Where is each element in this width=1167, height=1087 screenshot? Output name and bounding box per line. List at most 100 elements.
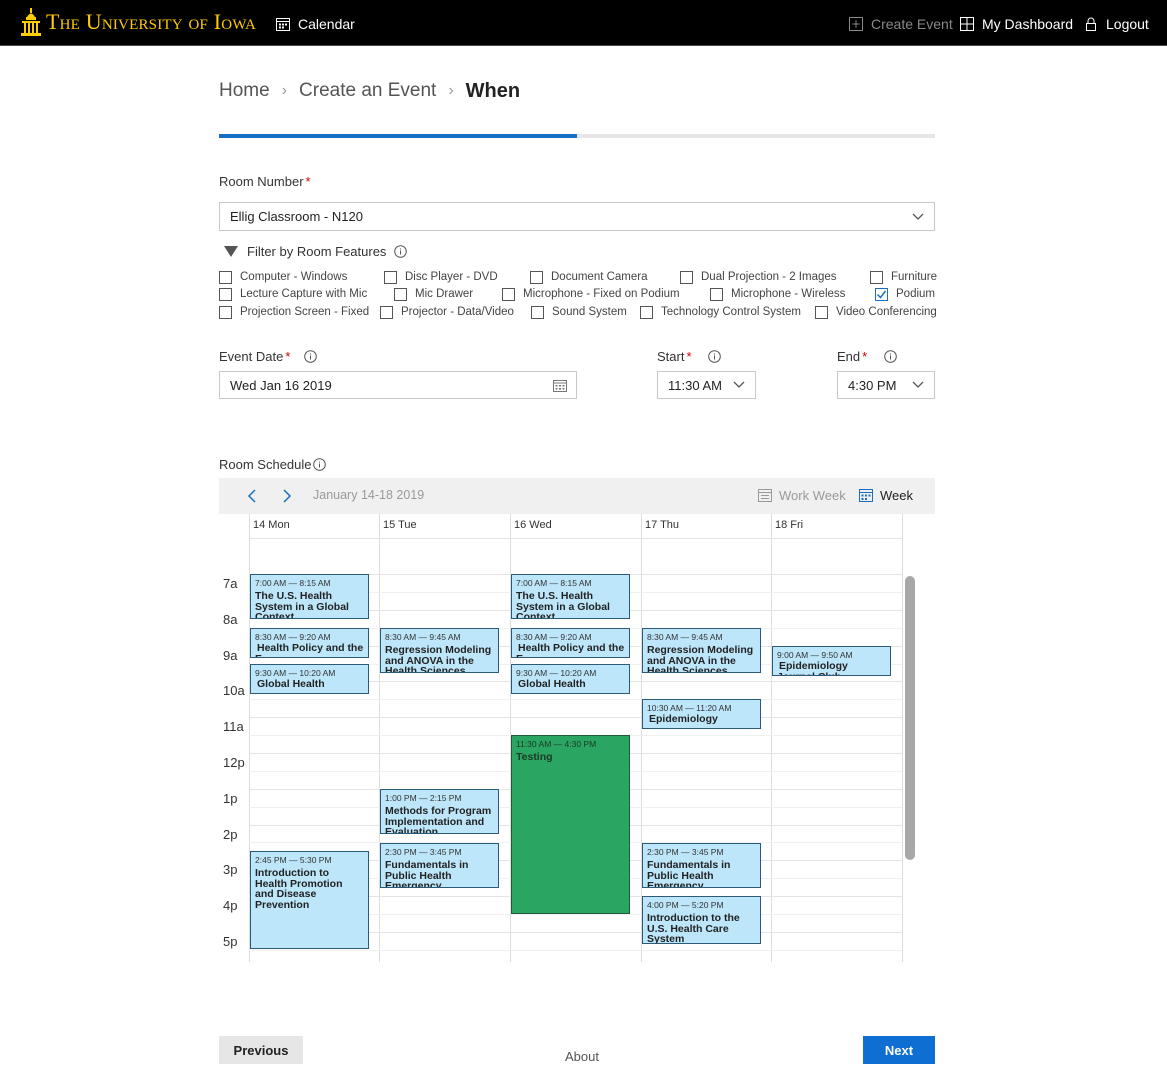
next-button[interactable]: Next bbox=[863, 1036, 935, 1064]
checkbox-box[interactable] bbox=[502, 287, 515, 301]
chevron-down-icon bbox=[912, 213, 924, 220]
feature-checkbox[interactable]: Sound System bbox=[531, 305, 627, 319]
day-column-divider bbox=[641, 514, 642, 962]
feature-checkbox[interactable]: Document Camera bbox=[530, 270, 648, 284]
checkbox-box[interactable] bbox=[530, 270, 543, 284]
feature-checkbox[interactable]: Projector - Data/Video bbox=[380, 305, 514, 319]
checkbox-box[interactable] bbox=[219, 287, 232, 301]
event-title: Epidemiology bbox=[649, 713, 718, 725]
week-view-button[interactable]: Week bbox=[859, 488, 913, 503]
start-time-select[interactable]: 11:30 AM bbox=[657, 371, 756, 399]
event-title: The U.S. Health System in a Global Conte… bbox=[255, 590, 349, 619]
checkbox-box[interactable] bbox=[710, 287, 723, 301]
calendar-event[interactable]: 7:00 AM — 8:15 AM The U.S. Health System … bbox=[511, 574, 630, 619]
info-icon[interactable] bbox=[884, 350, 897, 363]
checkbox-box[interactable] bbox=[870, 270, 883, 284]
feature-checkbox[interactable]: Video Conferencing bbox=[815, 305, 937, 319]
day-header: 15 Tue bbox=[383, 519, 417, 531]
hour-label: 11a bbox=[223, 719, 244, 734]
chevron-right-icon[interactable] bbox=[280, 488, 294, 504]
calendar-icon[interactable] bbox=[553, 379, 567, 392]
checkbox-box[interactable] bbox=[219, 305, 232, 319]
checkbox-box[interactable] bbox=[815, 305, 828, 319]
start-time-value: 11:30 AM bbox=[668, 377, 722, 393]
feature-label: Video Conferencing bbox=[836, 306, 937, 318]
checkbox-box[interactable] bbox=[394, 287, 407, 301]
nav-calendar[interactable]: Calendar bbox=[276, 14, 355, 34]
university-logo[interactable]: The University of Iowa bbox=[20, 4, 256, 40]
calendar-event[interactable]: 1:00 PM — 2:15 PM Methods for Program Imp… bbox=[380, 789, 499, 834]
event-time: 10:30 AM — 11:20 AM bbox=[647, 703, 732, 713]
end-time-select[interactable]: 4:30 PM bbox=[837, 371, 935, 399]
room-number-select[interactable]: Ellig Classroom - N120 bbox=[219, 202, 935, 231]
event-title: Global Health bbox=[518, 678, 586, 690]
checkbox-box[interactable] bbox=[680, 270, 693, 284]
event-title: Epidemiology Journal Club bbox=[777, 660, 848, 675]
info-icon[interactable] bbox=[304, 350, 317, 363]
feature-checkbox[interactable]: Microphone - Wireless bbox=[710, 287, 845, 301]
previous-button[interactable]: Previous bbox=[219, 1036, 303, 1064]
checkbox-box[interactable] bbox=[531, 305, 544, 319]
about-link[interactable]: About bbox=[565, 1049, 599, 1064]
nav-logout[interactable]: Logout bbox=[1084, 14, 1149, 34]
event-date-label-text: Event Date bbox=[219, 349, 284, 364]
feature-checkbox[interactable]: Microphone - Fixed on Podium bbox=[502, 287, 680, 301]
breadcrumb-home[interactable]: Home bbox=[219, 80, 270, 102]
calendar-event[interactable]: 7:00 AM — 8:15 AM The U.S. Health System … bbox=[250, 574, 369, 619]
work-week-view-button[interactable]: Work Week bbox=[758, 488, 846, 503]
info-icon[interactable] bbox=[708, 350, 721, 363]
header-divider bbox=[249, 538, 902, 539]
checkmark-icon bbox=[876, 290, 887, 299]
end-time-value: 4:30 PM bbox=[848, 377, 897, 393]
calendar-icon bbox=[758, 489, 772, 502]
checkbox-box[interactable] bbox=[384, 270, 397, 284]
calendar-event[interactable]: 8:30 AM — 9:45 AM Regression Modeling and… bbox=[642, 628, 761, 673]
feature-checkbox[interactable]: Lecture Capture with Mic bbox=[219, 287, 367, 301]
calendar-event[interactable]: 8:30 AM — 9:20 AM Health Policy and the … bbox=[511, 628, 630, 658]
calendar-event[interactable]: 2:30 PM — 3:45 PM Fundamentals in Public … bbox=[642, 843, 761, 888]
hour-gridline bbox=[249, 717, 902, 718]
feature-checkbox[interactable]: Mic Drawer bbox=[394, 287, 473, 301]
feature-checkbox[interactable]: Disc Player - DVD bbox=[384, 270, 498, 284]
event-time: 4:00 PM — 5:20 PM bbox=[647, 900, 724, 910]
event-title: Introduction to Health Promotion and Dis… bbox=[255, 867, 343, 911]
room-number-label-text: Room Number bbox=[219, 174, 304, 189]
calendar-event[interactable]: 2:30 PM — 3:45 PM Fundamentals in Public … bbox=[380, 843, 499, 888]
nav-create-event[interactable]: Create Event bbox=[849, 14, 953, 34]
calendar-event[interactable]: 2:45 PM — 5:30 PM Introduction to Health … bbox=[250, 851, 369, 949]
calendar-event[interactable]: 9:00 AM — 9:50 AM Epidemiology Journal C… bbox=[772, 646, 891, 676]
filter-label: Filter by Room Features bbox=[247, 244, 387, 259]
breadcrumb-create[interactable]: Create an Event bbox=[299, 80, 436, 102]
checkbox-box[interactable] bbox=[219, 270, 232, 284]
calendar-event[interactable]: 8:30 AM — 9:20 AM Health Policy and the … bbox=[250, 628, 369, 658]
calendar-event[interactable]: 10:30 AM — 11:20 AM Epidemiology bbox=[642, 699, 761, 729]
event-time: 1:00 PM — 2:15 PM bbox=[385, 793, 462, 803]
calendar-scrollbar-thumb[interactable] bbox=[905, 576, 915, 860]
event-time: 7:00 AM — 8:15 AM bbox=[516, 578, 592, 588]
calendar-event[interactable]: 8:30 AM — 9:45 AM Regression Modeling and… bbox=[380, 628, 499, 673]
chevron-left-icon[interactable] bbox=[245, 488, 259, 504]
feature-checkbox[interactable]: Furniture bbox=[870, 270, 937, 284]
event-time: 8:30 AM — 9:45 AM bbox=[385, 632, 461, 642]
checkbox-box-checked[interactable] bbox=[875, 287, 888, 301]
checkbox-box[interactable] bbox=[380, 305, 393, 319]
nav-create-event-label: Create Event bbox=[871, 16, 953, 32]
selected-event-block[interactable]: 11:30 AM — 4:30 PM Testing bbox=[511, 735, 630, 914]
event-date-input[interactable]: Wed Jan 16 2019 bbox=[219, 371, 577, 399]
info-icon[interactable] bbox=[313, 458, 326, 471]
calendar-event[interactable]: 9:30 AM — 10:20 AM Global Health bbox=[511, 664, 630, 694]
nav-my-dashboard[interactable]: My Dashboard bbox=[960, 14, 1073, 34]
feature-checkbox[interactable]: Dual Projection - 2 Images bbox=[680, 270, 837, 284]
filter-room-features-toggle[interactable]: Filter by Room Features bbox=[224, 244, 408, 259]
nav-my-dashboard-label: My Dashboard bbox=[982, 16, 1074, 32]
feature-checkbox-podium[interactable]: Podium bbox=[875, 287, 935, 301]
calendar-event[interactable]: 4:00 PM — 5:20 PM Introduction to the U.S… bbox=[642, 896, 761, 944]
checkbox-box[interactable] bbox=[640, 305, 653, 319]
feature-checkbox[interactable]: Technology Control System bbox=[640, 305, 801, 319]
feature-checkbox[interactable]: Computer - Windows bbox=[219, 270, 347, 284]
triangle-down-icon bbox=[224, 246, 238, 257]
info-icon[interactable] bbox=[394, 245, 408, 258]
feature-checkbox[interactable]: Projection Screen - Fixed bbox=[219, 305, 369, 319]
calendar-event[interactable]: 9:30 AM — 10:20 AM Global Health bbox=[250, 664, 369, 694]
event-time: 8:30 AM — 9:20 AM bbox=[255, 632, 331, 642]
